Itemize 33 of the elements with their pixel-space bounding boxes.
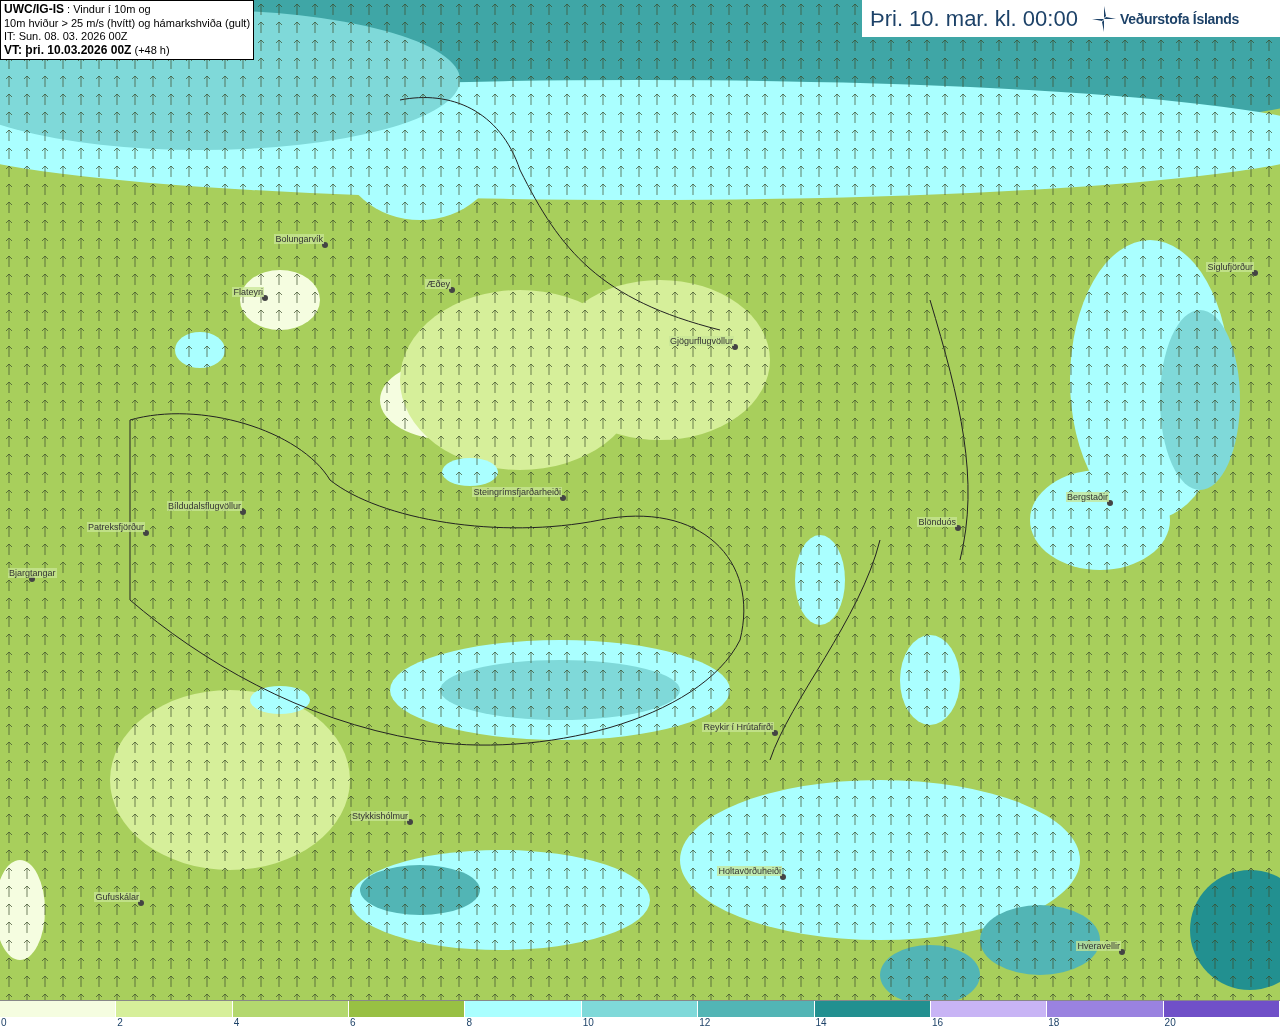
place-label: Gufuskálar xyxy=(94,892,140,902)
scale-tick-label: 6 xyxy=(349,1017,357,1030)
place-label: Hveravellir xyxy=(1076,941,1121,951)
scale-tick-label: 4 xyxy=(232,1017,241,1030)
place-label: Reykir í Hrútafirði xyxy=(702,722,774,732)
place-label: Flateyri xyxy=(232,287,264,297)
info-line: UWC/IG-IS : Vindur í 10m og xyxy=(4,3,152,17)
scale-tick-label: 16 xyxy=(930,1017,944,1030)
place-label: Steingrímsfjarðarheiði xyxy=(472,487,562,497)
place-label: Patreksfjörður xyxy=(86,522,145,532)
info-line: 10m hviður > 25 m/s (hvítt) og hámarkshviða (gult) xyxy=(4,16,251,30)
place-label: Bergstaðir xyxy=(1065,492,1109,502)
scale-tick-label: 8 xyxy=(465,1017,473,1030)
place-label: Holtavörðuheiði xyxy=(717,866,782,876)
place-label: Bíldudalsflugvöllur xyxy=(166,501,242,511)
scale-tick-label: 20 xyxy=(1163,1017,1177,1030)
scale-tick-label: 18 xyxy=(1047,1017,1061,1030)
valid-time: Þri. 10. mar. kl. 00:00 xyxy=(870,5,1078,32)
place-label: Bjargtangar xyxy=(8,568,57,578)
place-label: Bolungarvík xyxy=(274,234,324,244)
agency-name: Veðurstofa Íslands xyxy=(1119,10,1239,27)
scale-tick-label: 2 xyxy=(116,1017,124,1030)
scale-tick-label: 0 xyxy=(0,1017,8,1030)
place-label: Siglufjörður xyxy=(1206,262,1254,272)
scale-tick-label: 14 xyxy=(814,1017,828,1030)
info-line: VT: þri. 10.03.2026 00Z (+48 h) xyxy=(4,43,171,57)
place-label: Æðey xyxy=(425,279,451,289)
info-line: IT: Sun. 08. 03. 2026 00Z xyxy=(4,30,129,44)
place-label: Blönduós xyxy=(917,517,957,527)
scale-tick-label: 12 xyxy=(698,1017,712,1030)
place-label: Stykkishólmur xyxy=(351,811,409,821)
scale-tick-label: 10 xyxy=(581,1017,595,1030)
place-label: Gjögurflugvöllur xyxy=(668,336,734,346)
